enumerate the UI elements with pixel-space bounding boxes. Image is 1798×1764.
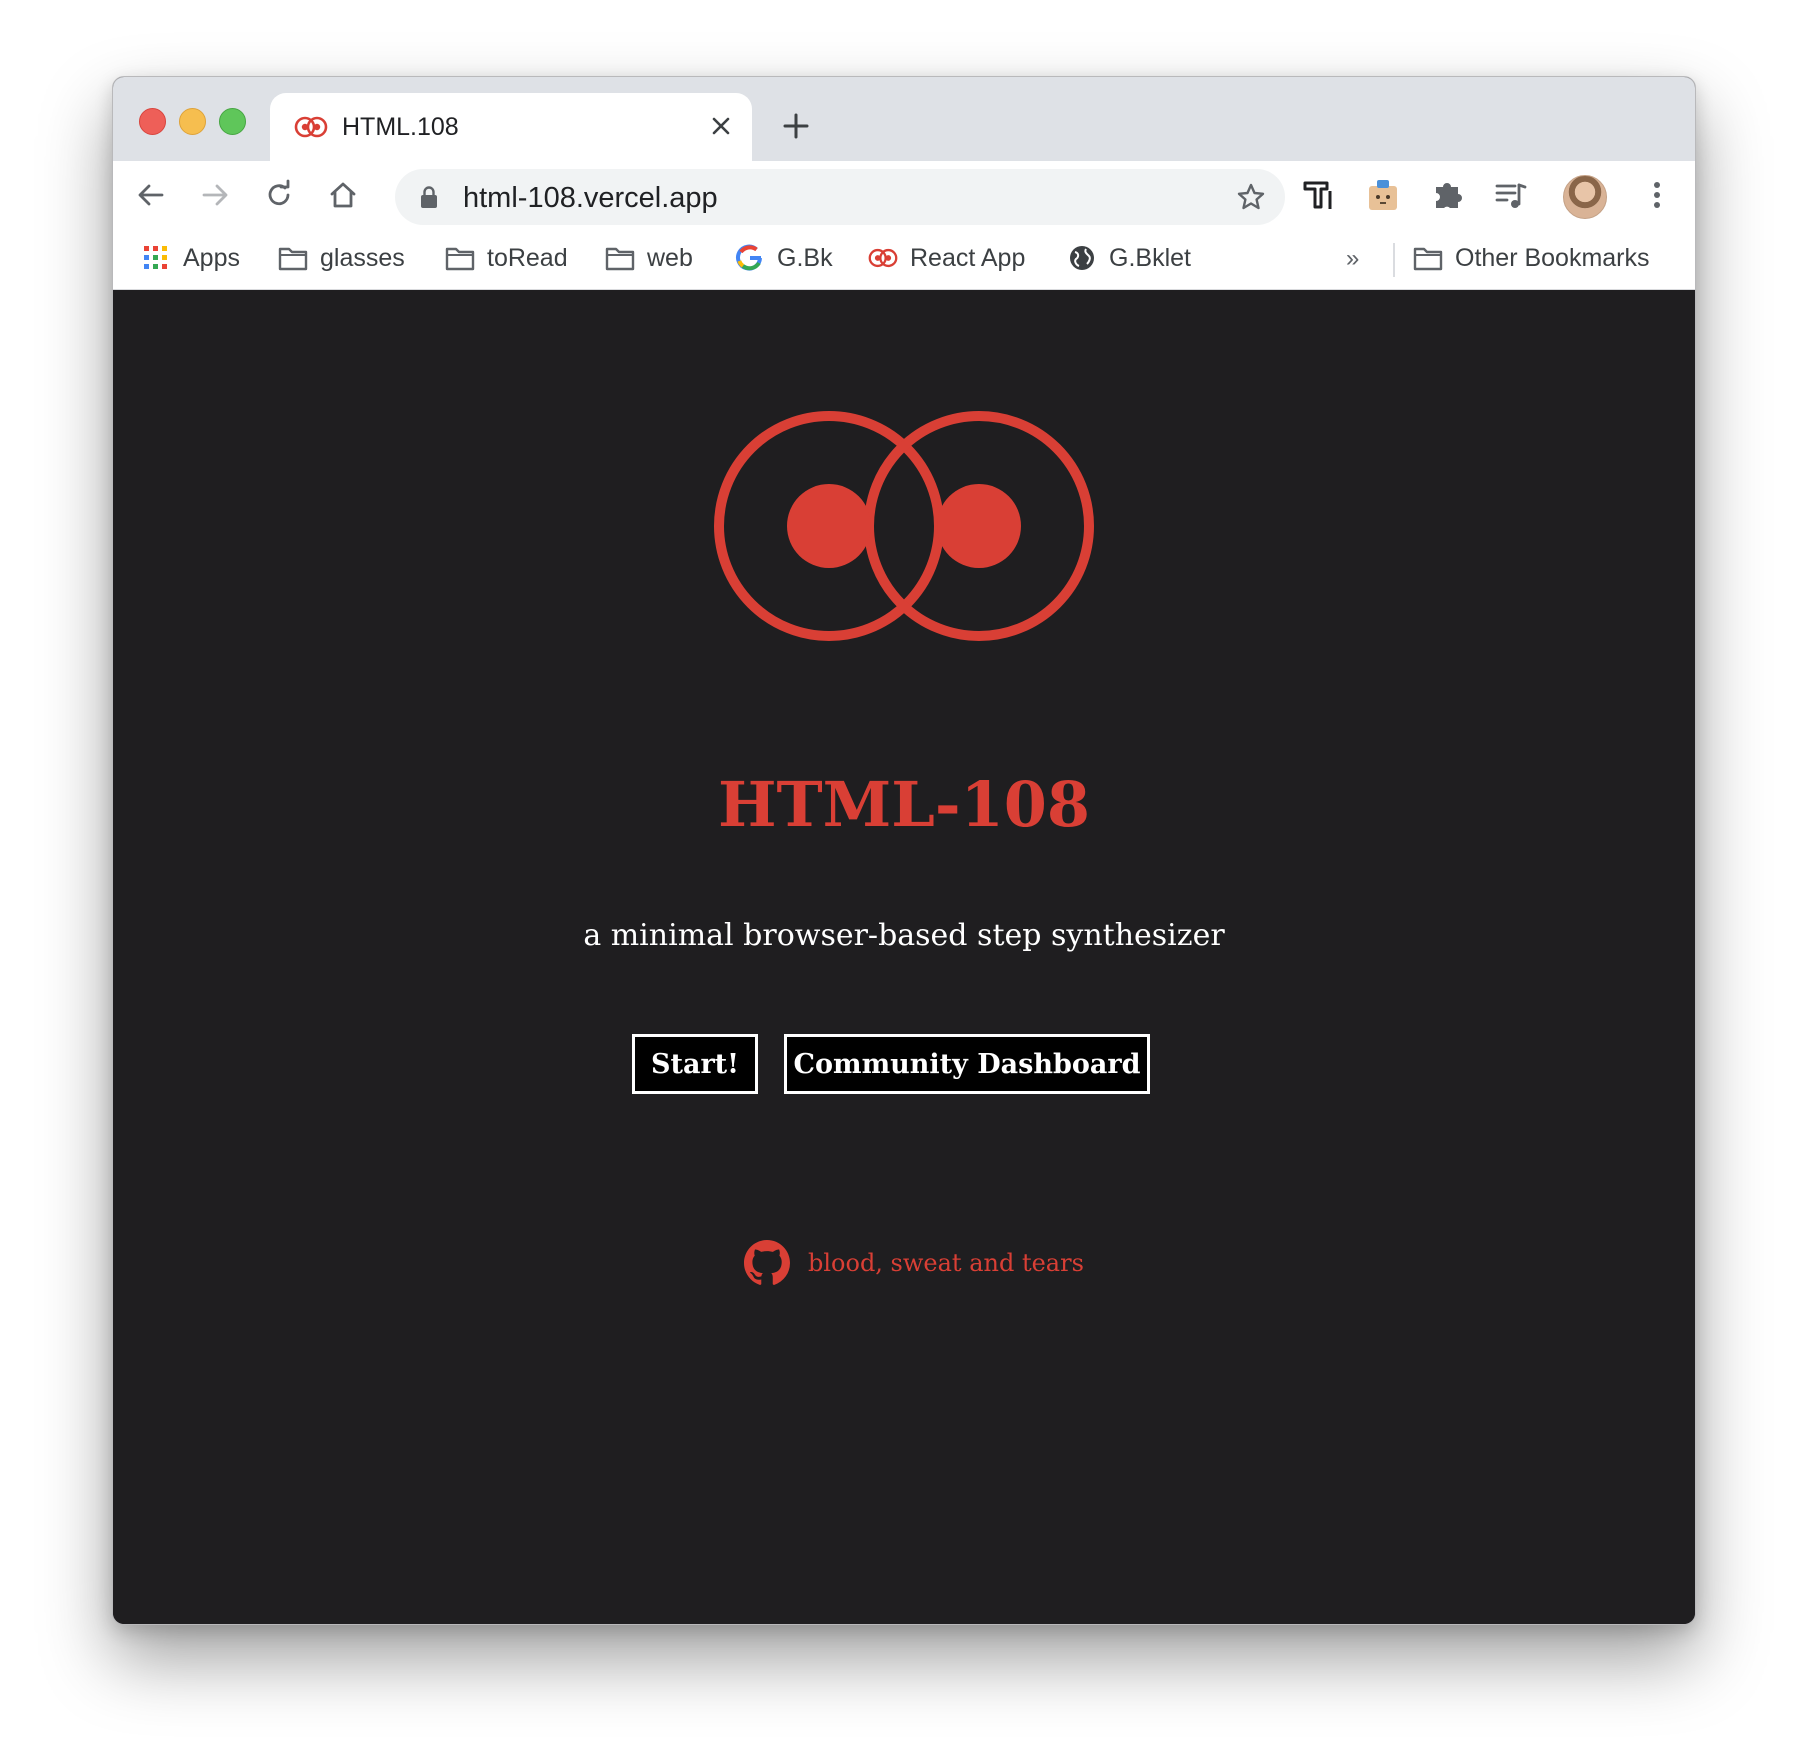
bookmark-other-bookmarks[interactable]: Other Bookmarks <box>1413 241 1650 275</box>
bookmark-label: React App <box>910 244 1026 272</box>
bookmarks-divider <box>1393 243 1395 277</box>
bookmarks-bar: Apps glasses toRead web G.Bk React App G… <box>113 227 1695 290</box>
bookmark-label: glasses <box>320 244 405 272</box>
back-arrow-icon[interactable] <box>135 179 167 211</box>
box-face-extension-icon[interactable] <box>1365 177 1401 213</box>
bookmark-react-app[interactable]: React App <box>868 241 1025 275</box>
bookmark-label: Apps <box>183 244 240 272</box>
new-tab-icon[interactable] <box>781 111 811 141</box>
home-icon[interactable] <box>327 179 359 211</box>
bookmark-label: G.Bklet <box>1109 244 1191 272</box>
close-icon[interactable] <box>708 113 734 139</box>
bookmark-star-icon[interactable] <box>1235 181 1267 213</box>
folder-icon <box>1413 247 1443 271</box>
page-subtitle: a minimal browser-based step synthesizer <box>583 918 1225 953</box>
bookmark-label: G.Bk <box>777 244 833 272</box>
close-window-button[interactable] <box>139 108 166 135</box>
globe-icon <box>1070 246 1094 270</box>
folder-icon <box>605 247 635 271</box>
start-button[interactable]: Start! <box>632 1034 758 1094</box>
tab-strip: HTML.108 <box>113 77 1695 161</box>
bookmark-label: toRead <box>487 244 568 272</box>
page-title: HTML-108 <box>717 768 1091 841</box>
maximize-window-button[interactable] <box>219 108 246 135</box>
forward-arrow-icon[interactable] <box>199 179 231 211</box>
community-dashboard-button[interactable]: Community Dashboard <box>784 1034 1150 1094</box>
bookmarks-overflow-chevron[interactable]: » <box>1346 245 1359 273</box>
github-link[interactable]: blood, sweat and tears <box>744 1238 1084 1288</box>
bookmark-glasses[interactable]: glasses <box>278 241 405 275</box>
bookmark-gbk[interactable]: G.Bk <box>735 241 833 275</box>
bookmark-gbklet[interactable]: G.Bklet <box>1067 241 1191 275</box>
puzzle-extensions-icon[interactable] <box>1429 177 1465 213</box>
html108-logo-icon <box>294 116 328 138</box>
url-text: html-108.vercel.app <box>463 182 718 214</box>
bookmark-web[interactable]: web <box>605 241 693 275</box>
profile-avatar[interactable] <box>1563 175 1607 219</box>
browser-window: HTML.108 html-108.vercel.app Apps glasse… <box>112 76 1696 1625</box>
bookmark-label: web <box>647 244 693 272</box>
bookmark-apps[interactable]: Apps <box>141 241 240 275</box>
apps-grid-icon <box>144 246 167 269</box>
folder-icon <box>278 247 308 271</box>
html108-logo-icon <box>868 248 898 268</box>
bookmark-label: Other Bookmarks <box>1455 244 1650 272</box>
lock-icon <box>421 186 437 208</box>
media-queue-icon[interactable] <box>1493 177 1529 213</box>
github-icon <box>744 1240 790 1285</box>
tab-html108[interactable]: HTML.108 <box>270 93 752 161</box>
google-icon <box>736 244 762 271</box>
folder-icon <box>445 247 475 271</box>
menu-kebab-icon[interactable] <box>1639 177 1675 213</box>
address-bar[interactable]: html-108.vercel.app <box>395 169 1285 225</box>
minimize-window-button[interactable] <box>179 108 206 135</box>
toolbar: html-108.vercel.app <box>113 161 1695 227</box>
reload-icon[interactable] <box>263 179 295 211</box>
bookmark-toread[interactable]: toRead <box>445 241 568 275</box>
page-content: HTML-108 a minimal browser-based step sy… <box>113 290 1695 1624</box>
github-link-text: blood, sweat and tears <box>808 1249 1084 1277</box>
html108-logo <box>714 411 1094 641</box>
text-tool-extension-icon[interactable] <box>1301 177 1337 213</box>
tab-title: HTML.108 <box>342 113 459 141</box>
